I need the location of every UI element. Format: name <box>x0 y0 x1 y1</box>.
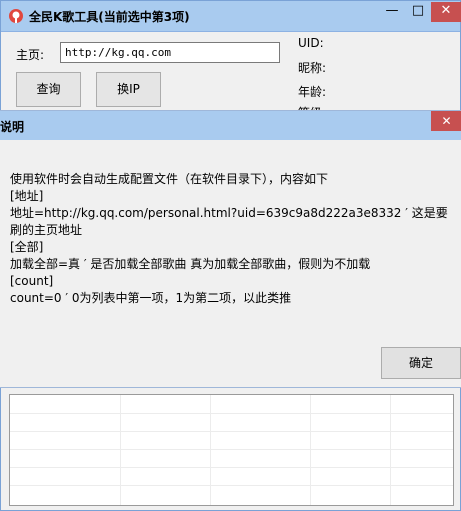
maximize-button[interactable]: □ <box>405 2 431 22</box>
dialog-title: 说明 <box>0 120 25 134</box>
home-label: 主页: <box>16 48 45 62</box>
dialog-line: 使用软件时会自动生成配置文件（在软件目录下），内容如下 <box>10 172 329 186</box>
song-list-grid[interactable] <box>9 394 454 506</box>
dialog-message: 使用软件时会自动生成配置文件（在软件目录下），内容如下 [地址] 地址=http… <box>10 171 450 307</box>
grid-divider <box>120 395 121 505</box>
grid-divider <box>10 449 453 450</box>
grid-divider <box>210 395 211 505</box>
grid-divider <box>10 485 453 486</box>
dialog-line: [地址] <box>10 189 44 203</box>
minimize-button[interactable]: — <box>379 2 405 22</box>
dialog-line: 地址=http://kg.qq.com/personal.html?uid=63… <box>10 206 448 237</box>
main-title-bar[interactable]: 全民K歌工具(当前选中第3项) — □ ✕ <box>1 1 461 32</box>
window-title: 全民K歌工具(当前选中第3项) <box>29 10 190 24</box>
grid-divider <box>10 431 453 432</box>
change-ip-button[interactable]: 换IP <box>96 72 161 107</box>
karaoke-app-icon <box>9 9 23 23</box>
nickname-label: 昵称: <box>298 61 327 75</box>
help-dialog: 说明 ✕ 使用软件时会自动生成配置文件（在软件目录下），内容如下 [地址] 地址… <box>0 110 461 388</box>
dialog-line: count=0 ′ 0为列表中第一项，1为第二项，以此类推 <box>10 291 292 305</box>
close-button[interactable]: ✕ <box>431 2 461 22</box>
grid-divider <box>10 467 453 468</box>
query-button[interactable]: 查询 <box>16 72 81 107</box>
age-label: 年龄: <box>298 85 327 99</box>
url-input[interactable] <box>60 42 280 63</box>
uid-label: UID: <box>298 36 324 50</box>
dialog-line: [count] <box>10 274 54 288</box>
dialog-close-button[interactable]: ✕ <box>431 111 461 131</box>
dialog-title-bar[interactable]: 说明 ✕ <box>0 111 461 140</box>
dialog-line: 加载全部=真 ′ 是否加载全部歌曲 真为加载全部歌曲，假则为不加载 <box>10 257 371 271</box>
grid-divider <box>310 395 311 505</box>
grid-divider <box>10 413 453 414</box>
grid-divider <box>390 395 391 505</box>
ok-button[interactable]: 确定 <box>381 347 461 379</box>
dialog-line: [全部] <box>10 240 44 254</box>
